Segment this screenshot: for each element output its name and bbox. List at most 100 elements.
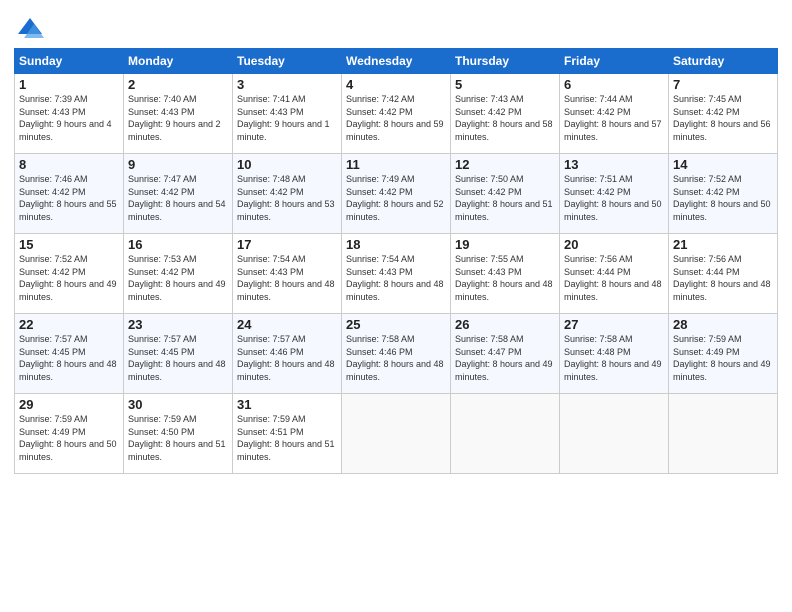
calendar-cell: 12 Sunrise: 7:50 AMSunset: 4:42 PMDaylig… (451, 154, 560, 234)
cell-info: Sunrise: 7:53 AMSunset: 4:42 PMDaylight:… (128, 253, 228, 303)
dow-header-friday: Friday (560, 49, 669, 74)
day-number: 4 (346, 77, 446, 92)
day-of-week-row: SundayMondayTuesdayWednesdayThursdayFrid… (15, 49, 778, 74)
calendar-cell: 21 Sunrise: 7:56 AMSunset: 4:44 PMDaylig… (669, 234, 778, 314)
day-number: 24 (237, 317, 337, 332)
calendar-week-4: 22 Sunrise: 7:57 AMSunset: 4:45 PMDaylig… (15, 314, 778, 394)
day-number: 10 (237, 157, 337, 172)
cell-info: Sunrise: 7:56 AMSunset: 4:44 PMDaylight:… (673, 253, 773, 303)
calendar-week-1: 1 Sunrise: 7:39 AMSunset: 4:43 PMDayligh… (15, 74, 778, 154)
calendar-week-2: 8 Sunrise: 7:46 AMSunset: 4:42 PMDayligh… (15, 154, 778, 234)
calendar: SundayMondayTuesdayWednesdayThursdayFrid… (14, 48, 778, 474)
calendar-cell: 23 Sunrise: 7:57 AMSunset: 4:45 PMDaylig… (124, 314, 233, 394)
cell-info: Sunrise: 7:40 AMSunset: 4:43 PMDaylight:… (128, 93, 228, 143)
day-number: 17 (237, 237, 337, 252)
cell-info: Sunrise: 7:46 AMSunset: 4:42 PMDaylight:… (19, 173, 119, 223)
day-number: 2 (128, 77, 228, 92)
calendar-cell: 27 Sunrise: 7:58 AMSunset: 4:48 PMDaylig… (560, 314, 669, 394)
day-number: 14 (673, 157, 773, 172)
cell-info: Sunrise: 7:59 AMSunset: 4:50 PMDaylight:… (128, 413, 228, 463)
calendar-cell: 18 Sunrise: 7:54 AMSunset: 4:43 PMDaylig… (342, 234, 451, 314)
dow-header-wednesday: Wednesday (342, 49, 451, 74)
cell-info: Sunrise: 7:57 AMSunset: 4:45 PMDaylight:… (19, 333, 119, 383)
day-number: 25 (346, 317, 446, 332)
dow-header-sunday: Sunday (15, 49, 124, 74)
calendar-cell: 4 Sunrise: 7:42 AMSunset: 4:42 PMDayligh… (342, 74, 451, 154)
day-number: 12 (455, 157, 555, 172)
day-number: 20 (564, 237, 664, 252)
calendar-cell (342, 394, 451, 474)
day-number: 29 (19, 397, 119, 412)
day-number: 19 (455, 237, 555, 252)
dow-header-tuesday: Tuesday (233, 49, 342, 74)
day-number: 9 (128, 157, 228, 172)
dow-header-monday: Monday (124, 49, 233, 74)
calendar-cell (451, 394, 560, 474)
calendar-cell: 22 Sunrise: 7:57 AMSunset: 4:45 PMDaylig… (15, 314, 124, 394)
cell-info: Sunrise: 7:54 AMSunset: 4:43 PMDaylight:… (346, 253, 446, 303)
day-number: 11 (346, 157, 446, 172)
day-number: 5 (455, 77, 555, 92)
calendar-cell (669, 394, 778, 474)
cell-info: Sunrise: 7:48 AMSunset: 4:42 PMDaylight:… (237, 173, 337, 223)
calendar-cell: 19 Sunrise: 7:55 AMSunset: 4:43 PMDaylig… (451, 234, 560, 314)
calendar-body: 1 Sunrise: 7:39 AMSunset: 4:43 PMDayligh… (15, 74, 778, 474)
day-number: 27 (564, 317, 664, 332)
cell-info: Sunrise: 7:39 AMSunset: 4:43 PMDaylight:… (19, 93, 119, 143)
calendar-cell: 6 Sunrise: 7:44 AMSunset: 4:42 PMDayligh… (560, 74, 669, 154)
day-number: 13 (564, 157, 664, 172)
cell-info: Sunrise: 7:59 AMSunset: 4:51 PMDaylight:… (237, 413, 337, 463)
calendar-week-5: 29 Sunrise: 7:59 AMSunset: 4:49 PMDaylig… (15, 394, 778, 474)
day-number: 7 (673, 77, 773, 92)
cell-info: Sunrise: 7:58 AMSunset: 4:47 PMDaylight:… (455, 333, 555, 383)
calendar-cell: 26 Sunrise: 7:58 AMSunset: 4:47 PMDaylig… (451, 314, 560, 394)
day-number: 1 (19, 77, 119, 92)
day-number: 18 (346, 237, 446, 252)
calendar-cell: 15 Sunrise: 7:52 AMSunset: 4:42 PMDaylig… (15, 234, 124, 314)
logo-icon (16, 14, 44, 42)
calendar-cell: 25 Sunrise: 7:58 AMSunset: 4:46 PMDaylig… (342, 314, 451, 394)
cell-info: Sunrise: 7:52 AMSunset: 4:42 PMDaylight:… (673, 173, 773, 223)
day-number: 8 (19, 157, 119, 172)
calendar-cell: 31 Sunrise: 7:59 AMSunset: 4:51 PMDaylig… (233, 394, 342, 474)
cell-info: Sunrise: 7:58 AMSunset: 4:46 PMDaylight:… (346, 333, 446, 383)
calendar-cell: 29 Sunrise: 7:59 AMSunset: 4:49 PMDaylig… (15, 394, 124, 474)
calendar-cell: 2 Sunrise: 7:40 AMSunset: 4:43 PMDayligh… (124, 74, 233, 154)
calendar-cell: 3 Sunrise: 7:41 AMSunset: 4:43 PMDayligh… (233, 74, 342, 154)
calendar-cell: 17 Sunrise: 7:54 AMSunset: 4:43 PMDaylig… (233, 234, 342, 314)
dow-header-saturday: Saturday (669, 49, 778, 74)
day-number: 15 (19, 237, 119, 252)
calendar-cell: 16 Sunrise: 7:53 AMSunset: 4:42 PMDaylig… (124, 234, 233, 314)
cell-info: Sunrise: 7:58 AMSunset: 4:48 PMDaylight:… (564, 333, 664, 383)
calendar-cell: 30 Sunrise: 7:59 AMSunset: 4:50 PMDaylig… (124, 394, 233, 474)
header (14, 10, 778, 42)
cell-info: Sunrise: 7:57 AMSunset: 4:45 PMDaylight:… (128, 333, 228, 383)
cell-info: Sunrise: 7:52 AMSunset: 4:42 PMDaylight:… (19, 253, 119, 303)
cell-info: Sunrise: 7:50 AMSunset: 4:42 PMDaylight:… (455, 173, 555, 223)
cell-info: Sunrise: 7:54 AMSunset: 4:43 PMDaylight:… (237, 253, 337, 303)
day-number: 30 (128, 397, 228, 412)
calendar-cell: 10 Sunrise: 7:48 AMSunset: 4:42 PMDaylig… (233, 154, 342, 234)
cell-info: Sunrise: 7:44 AMSunset: 4:42 PMDaylight:… (564, 93, 664, 143)
day-number: 28 (673, 317, 773, 332)
calendar-cell: 9 Sunrise: 7:47 AMSunset: 4:42 PMDayligh… (124, 154, 233, 234)
calendar-cell: 11 Sunrise: 7:49 AMSunset: 4:42 PMDaylig… (342, 154, 451, 234)
cell-info: Sunrise: 7:59 AMSunset: 4:49 PMDaylight:… (19, 413, 119, 463)
cell-info: Sunrise: 7:49 AMSunset: 4:42 PMDaylight:… (346, 173, 446, 223)
dow-header-thursday: Thursday (451, 49, 560, 74)
cell-info: Sunrise: 7:55 AMSunset: 4:43 PMDaylight:… (455, 253, 555, 303)
calendar-cell: 1 Sunrise: 7:39 AMSunset: 4:43 PMDayligh… (15, 74, 124, 154)
cell-info: Sunrise: 7:45 AMSunset: 4:42 PMDaylight:… (673, 93, 773, 143)
calendar-cell: 24 Sunrise: 7:57 AMSunset: 4:46 PMDaylig… (233, 314, 342, 394)
cell-info: Sunrise: 7:47 AMSunset: 4:42 PMDaylight:… (128, 173, 228, 223)
day-number: 23 (128, 317, 228, 332)
cell-info: Sunrise: 7:42 AMSunset: 4:42 PMDaylight:… (346, 93, 446, 143)
cell-info: Sunrise: 7:57 AMSunset: 4:46 PMDaylight:… (237, 333, 337, 383)
cell-info: Sunrise: 7:51 AMSunset: 4:42 PMDaylight:… (564, 173, 664, 223)
page: SundayMondayTuesdayWednesdayThursdayFrid… (0, 0, 792, 612)
calendar-cell: 28 Sunrise: 7:59 AMSunset: 4:49 PMDaylig… (669, 314, 778, 394)
day-number: 31 (237, 397, 337, 412)
day-number: 6 (564, 77, 664, 92)
day-number: 16 (128, 237, 228, 252)
calendar-cell: 8 Sunrise: 7:46 AMSunset: 4:42 PMDayligh… (15, 154, 124, 234)
